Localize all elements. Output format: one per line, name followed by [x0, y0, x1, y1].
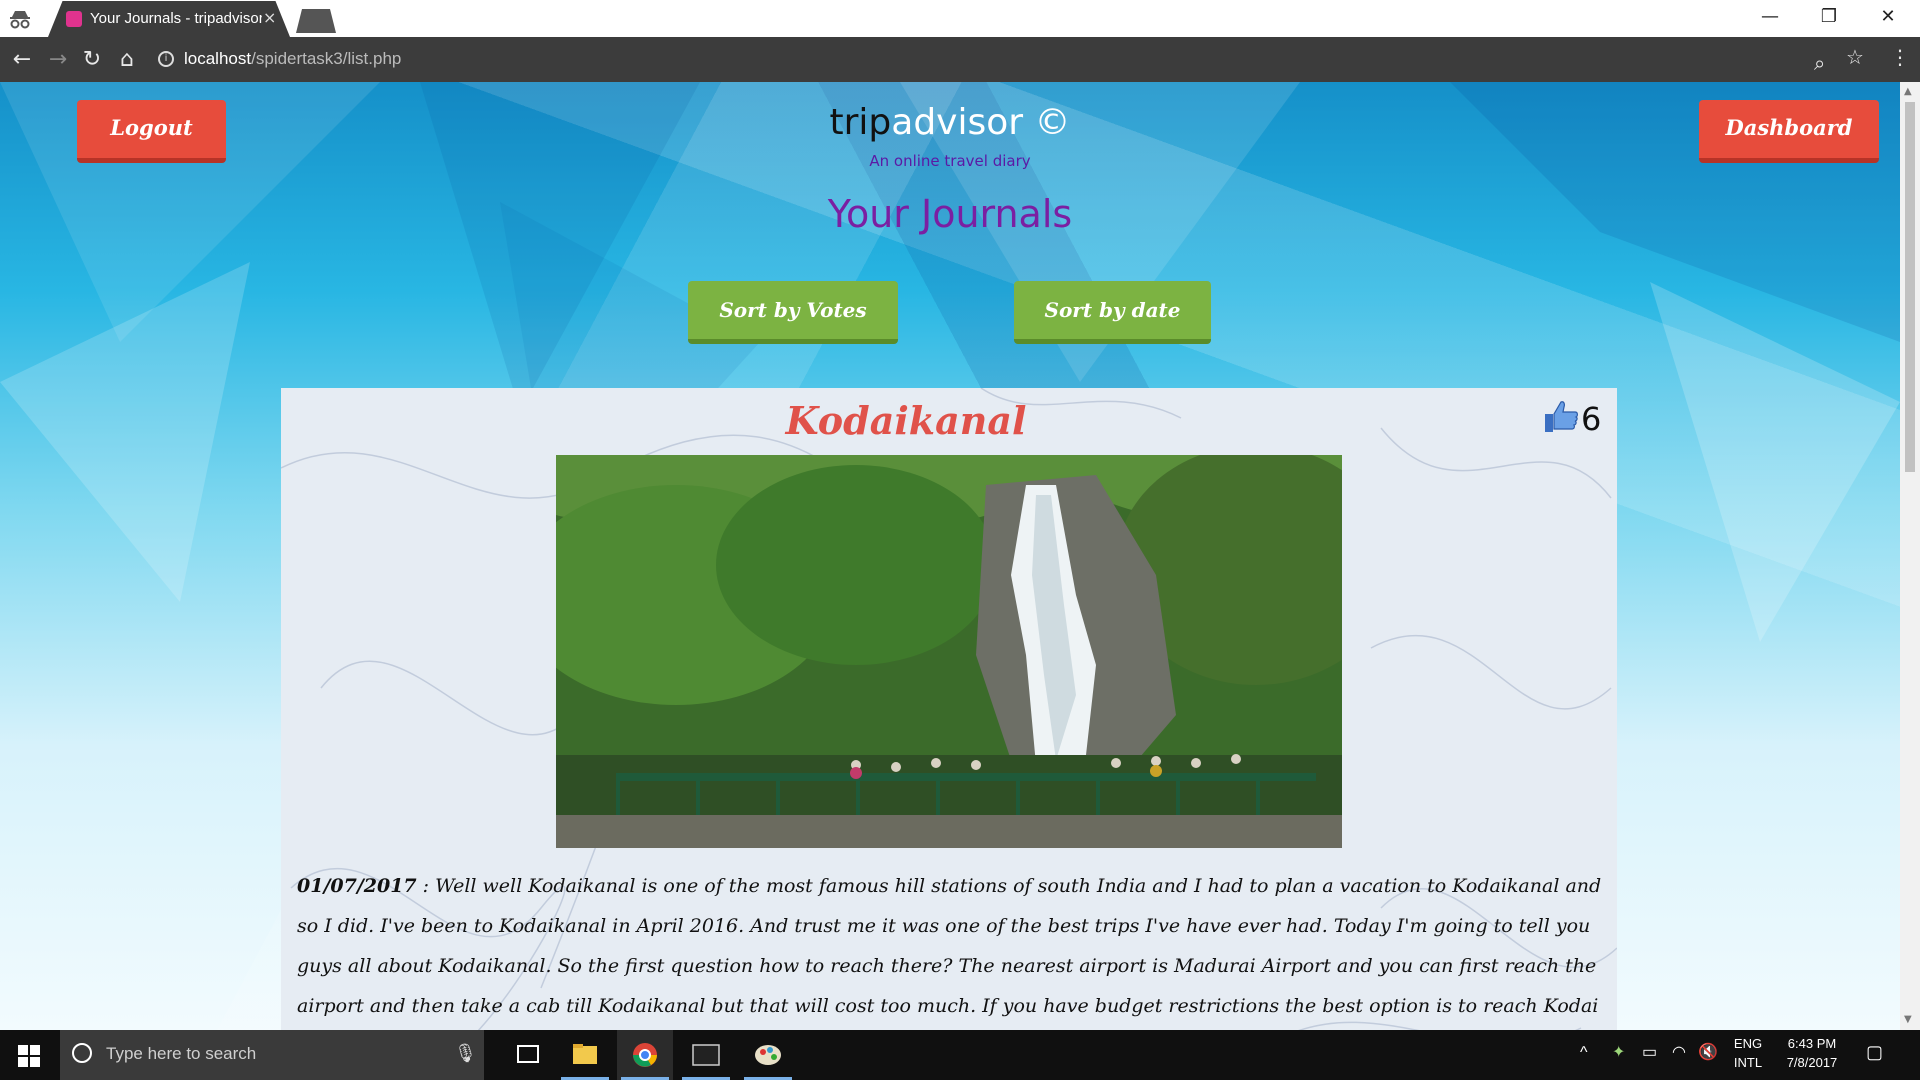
sort-by-date-button[interactable]: Sort by date [1014, 281, 1211, 344]
taskbar-search[interactable]: Type here to search 🎙 [60, 1030, 484, 1080]
url-text[interactable]: localhost/spidertask3/list.php [184, 49, 401, 69]
scroll-down-icon[interactable]: ▼ [1904, 1014, 1912, 1025]
dropbox-icon[interactable]: ✦ [1612, 1042, 1625, 1062]
wifi-icon[interactable]: ◠ [1672, 1042, 1686, 1062]
journal-body: 01/07/2017 : Well well Kodaikanal is one… [297, 866, 1602, 1030]
tab-title: Your Journals - tripadvisor [90, 10, 262, 27]
tab-close-icon[interactable]: × [263, 8, 276, 27]
browser-tab-active[interactable]: Your Journals - tripadvisor × [48, 1, 290, 37]
bookmark-star-icon[interactable]: ☆ [1846, 45, 1864, 69]
keyboard-layout: INTL [1733, 1055, 1763, 1070]
microphone-icon[interactable]: 🎙 [454, 1043, 477, 1064]
reload-icon[interactable]: ↻ [78, 47, 106, 72]
incognito-icon [10, 11, 30, 29]
taskbar-search-placeholder: Type here to search [106, 1044, 257, 1063]
address-bar[interactable]: i localhost/spidertask3/list.php ⌕ [148, 43, 1828, 76]
clock-date: 7/8/2017 [1786, 1055, 1838, 1070]
journal-photo-waterfall [556, 455, 1342, 848]
url-path: /spidertask3/list.php [251, 49, 402, 68]
browser-toolbar: ← → ↻ ⌂ i localhost/spidertask3/list.php… [0, 37, 1920, 82]
tray-overflow-icon[interactable]: ^ [1580, 1044, 1588, 1062]
page-title: Your Journals [827, 192, 1073, 236]
zoom-icon[interactable]: ⌕ [1814, 51, 1825, 75]
language-indicator[interactable]: ENG INTL [1730, 1036, 1766, 1070]
tripadvisor-favicon-icon [66, 11, 82, 27]
action-center-icon[interactable]: ▢ [1866, 1042, 1883, 1063]
task-view-icon[interactable] [500, 1030, 556, 1080]
brand-part-trip: trip [829, 102, 892, 143]
page-viewport: Logout Dashboard tripadvisor © An online… [0, 82, 1900, 1030]
dashboard-button[interactable]: Dashboard [1699, 100, 1879, 163]
home-icon[interactable]: ⌂ [113, 47, 141, 72]
close-window-button[interactable]: ✕ [1865, 6, 1911, 27]
menu-kebab-icon[interactable]: ⋮ [1890, 45, 1910, 69]
site-info-icon[interactable]: i [158, 51, 174, 67]
scroll-up-icon[interactable]: ▲ [1904, 86, 1912, 97]
forward-icon[interactable]: → [44, 47, 72, 72]
brand-logo: tripadvisor © [800, 102, 1100, 143]
clock-time: 6:43 PM [1787, 1036, 1837, 1051]
new-tab-button[interactable] [296, 9, 336, 33]
logout-button[interactable]: Logout [77, 100, 226, 163]
journal-card: Kodaikanal 6 01/07/2017: Well well Koda… [281, 388, 1617, 1030]
clock[interactable]: 6:43 PM 7/8/2017 [1774, 1036, 1850, 1070]
file-explorer-icon[interactable] [557, 1030, 613, 1080]
cortana-icon [72, 1043, 92, 1063]
vote-count: 6 [1581, 400, 1602, 438]
chrome-icon[interactable] [617, 1030, 673, 1080]
language-code: ENG [1733, 1036, 1763, 1051]
browser-tabstrip: Your Journals - tripadvisor × — ❐ ✕ [0, 0, 1920, 37]
journal-title: Kodaikanal [785, 398, 1027, 443]
brand-part-advisor: advisor © [891, 102, 1071, 143]
page-scrollbar[interactable]: ▲ ▼ [1900, 82, 1920, 1030]
windows-taskbar: Type here to search 🎙 ^ ✦ ▭ ◠ 🔇 ENG INTL… [0, 1030, 1920, 1080]
paint-icon[interactable] [740, 1030, 796, 1080]
volume-muted-icon[interactable]: 🔇 [1698, 1042, 1718, 1062]
terminal-icon[interactable] [678, 1030, 734, 1080]
minimize-button[interactable]: — [1747, 6, 1793, 27]
sort-by-votes-button[interactable]: Sort by Votes [688, 281, 898, 344]
battery-icon[interactable]: ▭ [1642, 1042, 1657, 1062]
restore-button[interactable]: ❐ [1806, 6, 1852, 27]
url-host: localhost [184, 49, 252, 68]
scrollbar-thumb[interactable] [1905, 102, 1915, 472]
windows-start-icon[interactable] [18, 1045, 40, 1067]
journal-date: 01/07/2017 [297, 875, 417, 897]
journal-text: : Well well Kodaikanal is one of the mos… [297, 875, 1602, 1017]
thumbs-up-icon[interactable] [1543, 398, 1579, 434]
back-icon[interactable]: ← [8, 47, 36, 72]
brand-tagline: An online travel diary [869, 152, 1031, 170]
